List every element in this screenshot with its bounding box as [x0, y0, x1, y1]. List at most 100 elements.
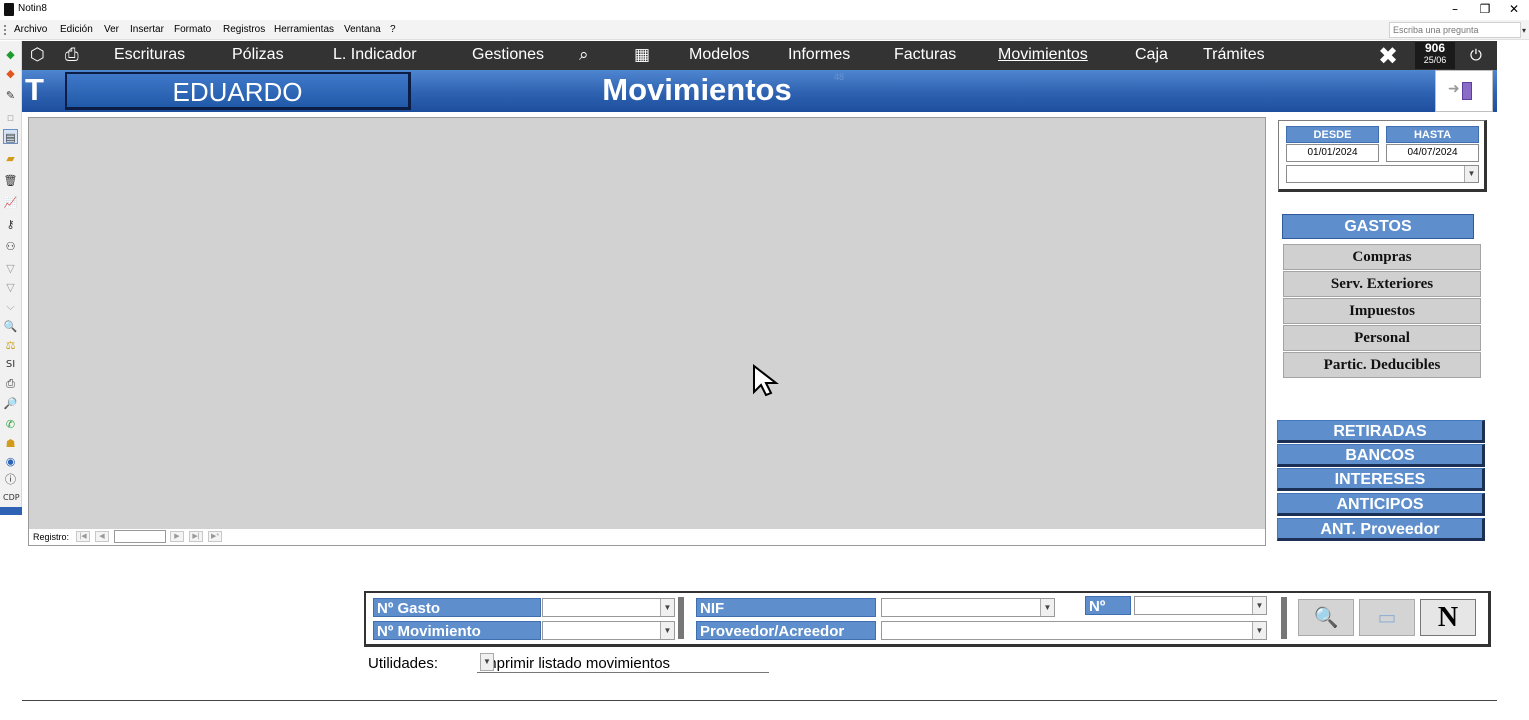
- n-gasto-select[interactable]: ▼: [542, 598, 675, 617]
- form-view-icon[interactable]: ▤: [3, 129, 18, 144]
- close-button[interactable]: ✕: [1499, 0, 1529, 20]
- next-record-button[interactable]: ▶: [170, 531, 184, 542]
- faint-number: 48: [834, 72, 845, 82]
- minimize-button[interactable]: –: [1440, 0, 1470, 20]
- cdp-icon[interactable]: CDP: [3, 490, 20, 505]
- nav-modelos[interactable]: Modelos: [689, 46, 749, 64]
- globe-icon[interactable]: ◉: [3, 454, 18, 469]
- retiradas-button[interactable]: RETIRADAS: [1277, 420, 1485, 443]
- ask-dropdown-icon[interactable]: ▾: [1522, 26, 1526, 35]
- intereses-button[interactable]: INTERESES: [1277, 468, 1485, 491]
- nav-caja[interactable]: Caja: [1135, 46, 1168, 64]
- menu-ventana[interactable]: Ventana: [344, 24, 381, 35]
- chart-icon[interactable]: 📈: [3, 195, 18, 210]
- numero-select[interactable]: ▼: [1134, 596, 1267, 615]
- menu-archivo[interactable]: Archivo: [14, 24, 47, 35]
- prev-record-button[interactable]: ◀: [95, 531, 109, 542]
- n-movimiento-label: Nº Movimiento: [373, 621, 541, 640]
- movements-grid[interactable]: [29, 118, 1265, 529]
- utilidades-select[interactable]: Imprimir listado movimientos ▼: [477, 653, 769, 673]
- personal-button[interactable]: Personal: [1283, 325, 1481, 351]
- nif-select[interactable]: ▼: [881, 598, 1055, 617]
- menu-insertar[interactable]: Insertar: [130, 24, 164, 35]
- nav-l-indicador[interactable]: L. Indicador: [333, 46, 417, 64]
- sort-icon[interactable]: ⌵: [3, 299, 18, 314]
- chevron-down-icon[interactable]: ▼: [1252, 597, 1266, 614]
- menu-herramientas[interactable]: Herramientas: [274, 24, 334, 35]
- app-icon: [4, 3, 14, 16]
- user-icon[interactable]: ☗: [3, 436, 18, 451]
- user-name: EDUARDO: [172, 77, 303, 107]
- new-button[interactable]: N: [1420, 599, 1476, 636]
- menu-edicion[interactable]: Edición: [60, 24, 93, 35]
- search-doc-icon[interactable]: 🔍: [3, 319, 18, 334]
- hasta-input[interactable]: 04/07/2024: [1386, 144, 1479, 162]
- menu-formato[interactable]: Formato: [174, 24, 211, 35]
- sic-icon[interactable]: SI: [3, 357, 18, 372]
- phone-icon[interactable]: ✆: [3, 417, 18, 432]
- key-icon[interactable]: ⚷: [3, 217, 18, 232]
- proveedor-select[interactable]: ▼: [881, 621, 1267, 640]
- paint-icon[interactable]: ✎: [3, 88, 18, 103]
- first-record-button[interactable]: |◀: [76, 531, 90, 542]
- ant-proveedor-button[interactable]: ANT. Proveedor: [1277, 518, 1485, 541]
- document-button[interactable]: ▭: [1359, 599, 1415, 636]
- printer-icon[interactable]: ⎙: [3, 376, 18, 391]
- n-movimiento-select[interactable]: ▼: [542, 621, 675, 640]
- restore-button[interactable]: ❐: [1470, 0, 1500, 20]
- compras-button[interactable]: Compras: [1283, 244, 1481, 270]
- nav-tramites[interactable]: Trámites: [1203, 46, 1265, 64]
- calendar-icon[interactable]: ▦: [634, 45, 650, 65]
- menu-help[interactable]: ?: [390, 24, 396, 35]
- green-diamond-icon[interactable]: ◆: [3, 47, 18, 62]
- ask-question-input[interactable]: Escriba una pregunta: [1389, 22, 1521, 38]
- desde-label: DESDE: [1286, 126, 1379, 143]
- scales-icon[interactable]: ⚖: [3, 338, 18, 353]
- separator: [678, 597, 684, 639]
- filter-form-icon[interactable]: ▽: [3, 280, 18, 295]
- serv-exteriores-button[interactable]: Serv. Exteriores: [1283, 271, 1481, 297]
- chevron-down-icon[interactable]: ▼: [1464, 166, 1478, 182]
- power-icon[interactable]: ⏻: [1470, 46, 1482, 64]
- bancos-button[interactable]: BANCOS: [1277, 444, 1485, 467]
- chevron-down-icon[interactable]: ▼: [1252, 622, 1266, 639]
- cube-icon[interactable]: ⬡: [30, 45, 45, 65]
- nav-informes[interactable]: Informes: [788, 46, 850, 64]
- anticipos-button[interactable]: ANTICIPOS: [1277, 493, 1485, 516]
- partic-deducibles-button[interactable]: Partic. Deducibles: [1283, 352, 1481, 378]
- filter-icon[interactable]: ▽: [3, 261, 18, 276]
- nav-polizas[interactable]: Pólizas: [232, 46, 284, 64]
- binoculars-icon[interactable]: ⚇: [3, 239, 18, 254]
- nav-gestiones[interactable]: Gestiones: [472, 46, 544, 64]
- menu-ver[interactable]: Ver: [104, 24, 119, 35]
- folder-icon[interactable]: ▰: [3, 151, 18, 166]
- hasta-label: HASTA: [1386, 126, 1479, 143]
- nav-facturas[interactable]: Facturas: [894, 46, 956, 64]
- chevron-down-icon[interactable]: ▼: [660, 622, 674, 639]
- window-title: Notin8: [18, 3, 47, 14]
- chevron-down-icon[interactable]: ▼: [660, 599, 674, 616]
- menu-registros[interactable]: Registros: [223, 24, 265, 35]
- chevron-down-icon[interactable]: ▼: [1040, 599, 1054, 616]
- expand-arrows-icon[interactable]: ✖: [1378, 42, 1398, 70]
- preview-icon[interactable]: 🔎: [3, 396, 18, 411]
- orange-diamond-icon[interactable]: ◆: [3, 66, 18, 81]
- chevron-down-icon[interactable]: ▼: [480, 653, 494, 671]
- new-record-button[interactable]: ▶*: [208, 531, 222, 542]
- search-button[interactable]: 🔍: [1298, 599, 1354, 636]
- trash-icon[interactable]: 🗑: [3, 173, 18, 188]
- search-icon[interactable]: ⌕: [579, 45, 589, 65]
- n-gasto-label: Nº Gasto: [373, 598, 541, 617]
- printer-nav-icon[interactable]: ⎙: [65, 45, 79, 65]
- exit-button[interactable]: ➜: [1435, 70, 1493, 112]
- info-icon[interactable]: ⓘ: [3, 472, 18, 487]
- impuestos-button[interactable]: Impuestos: [1283, 298, 1481, 324]
- period-select[interactable]: ▼: [1286, 165, 1479, 183]
- last-record-button[interactable]: ▶|: [189, 531, 203, 542]
- desde-input[interactable]: 01/01/2024: [1286, 144, 1379, 162]
- blank-page-icon[interactable]: ▫: [3, 110, 18, 125]
- record-number-input[interactable]: [114, 530, 166, 543]
- nav-movimientos[interactable]: Movimientos: [998, 46, 1088, 64]
- notification-badge[interactable]: 906 25/06: [1415, 42, 1455, 69]
- nav-escrituras[interactable]: Escrituras: [114, 46, 185, 64]
